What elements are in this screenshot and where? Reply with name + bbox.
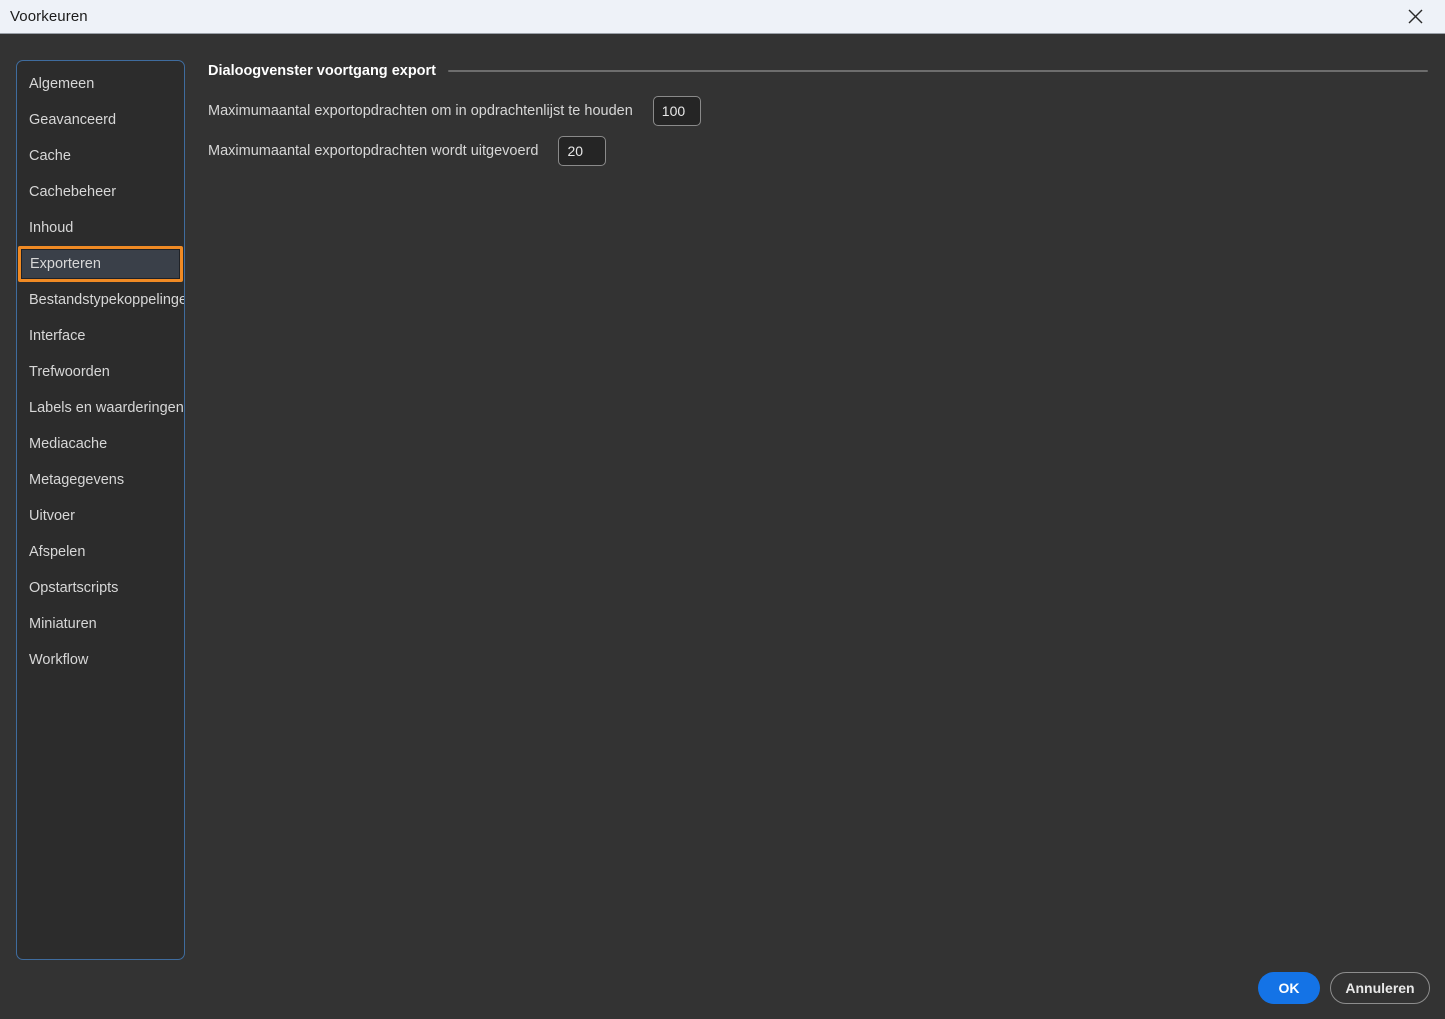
sidebar-item-label: Workflow bbox=[29, 652, 89, 668]
sidebar-item-labels-en-waarderingen[interactable]: Labels en waarderingen bbox=[17, 390, 184, 426]
sidebar-item-mediacache[interactable]: Mediacache bbox=[17, 426, 184, 462]
section-divider bbox=[448, 70, 1428, 72]
sidebar-item-opstartscripts[interactable]: Opstartscripts bbox=[17, 570, 184, 606]
section-header: Dialoogvenster voortgang export bbox=[208, 60, 1430, 82]
sidebar-item-label: Inhoud bbox=[29, 220, 74, 236]
window-titlebar: Voorkeuren bbox=[0, 0, 1445, 34]
max-jobs-in-list-input[interactable] bbox=[652, 96, 701, 126]
field-row-max-jobs-in-list: Maximumaantal exportopdrachten om in opd… bbox=[208, 94, 1430, 128]
preferences-category-list[interactable]: Algemeen Geavanceerd Cache Cachebeheer I… bbox=[16, 60, 185, 960]
field-label: Maximumaantal exportopdrachten om in opd… bbox=[208, 103, 633, 119]
ok-button[interactable]: OK bbox=[1258, 972, 1320, 1004]
section-title: Dialoogvenster voortgang export bbox=[208, 63, 437, 79]
sidebar-item-label: Geavanceerd bbox=[29, 112, 117, 128]
sidebar-item-interface[interactable]: Interface bbox=[17, 318, 184, 354]
sidebar-item-label: Mediacache bbox=[29, 436, 108, 452]
cancel-button[interactable]: Annuleren bbox=[1330, 972, 1430, 1004]
sidebar-item-algemeen[interactable]: Algemeen bbox=[17, 66, 184, 102]
dialog-footer: OK Annuleren bbox=[1258, 972, 1430, 1004]
sidebar-item-cachebeheer[interactable]: Cachebeheer bbox=[17, 174, 184, 210]
sidebar-item-cache[interactable]: Cache bbox=[17, 138, 184, 174]
sidebar-item-label: Algemeen bbox=[29, 76, 95, 92]
sidebar-item-geavanceerd[interactable]: Geavanceerd bbox=[17, 102, 184, 138]
field-row-max-jobs-running: Maximumaantal exportopdrachten wordt uit… bbox=[208, 134, 1430, 168]
sidebar-item-label: Afspelen bbox=[29, 544, 86, 560]
sidebar-item-label: Cache bbox=[29, 148, 71, 164]
sidebar-item-label: Uitvoer bbox=[29, 508, 75, 524]
sidebar-item-label: Exporteren bbox=[30, 256, 101, 272]
sidebar-item-metagegevens[interactable]: Metagegevens bbox=[17, 462, 184, 498]
sidebar-item-label: Labels en waarderingen bbox=[29, 400, 184, 416]
sidebar-item-afspelen[interactable]: Afspelen bbox=[17, 534, 184, 570]
max-jobs-running-input[interactable] bbox=[558, 136, 607, 166]
sidebar-item-label: Metagegevens bbox=[29, 472, 125, 488]
sidebar-item-label: Miniaturen bbox=[29, 616, 97, 632]
sidebar-item-workflow[interactable]: Workflow bbox=[17, 642, 184, 678]
preferences-content-pane: Dialoogvenster voortgang export Maximuma… bbox=[208, 60, 1430, 960]
window-title: Voorkeuren bbox=[10, 8, 88, 25]
sidebar-item-uitvoer[interactable]: Uitvoer bbox=[17, 498, 184, 534]
sidebar-item-label: Trefwoorden bbox=[29, 364, 110, 380]
field-label: Maximumaantal exportopdrachten wordt uit… bbox=[208, 143, 539, 159]
preferences-dialog-body: Algemeen Geavanceerd Cache Cachebeheer I… bbox=[0, 35, 1445, 1019]
sidebar-item-label: Bestandstypekoppelingen bbox=[29, 292, 185, 308]
sidebar-item-inhoud[interactable]: Inhoud bbox=[17, 210, 184, 246]
sidebar-item-miniaturen[interactable]: Miniaturen bbox=[17, 606, 184, 642]
sidebar-item-trefwoorden[interactable]: Trefwoorden bbox=[17, 354, 184, 390]
close-x-icon[interactable] bbox=[1393, 0, 1437, 33]
sidebar-item-label: Opstartscripts bbox=[29, 580, 119, 596]
sidebar-item-bestandstypekoppelingen[interactable]: Bestandstypekoppelingen bbox=[17, 282, 184, 318]
sidebar-item-label: Cachebeheer bbox=[29, 184, 117, 200]
sidebar-item-label: Interface bbox=[29, 328, 86, 344]
sidebar-item-exporteren[interactable]: Exporteren bbox=[18, 246, 183, 282]
